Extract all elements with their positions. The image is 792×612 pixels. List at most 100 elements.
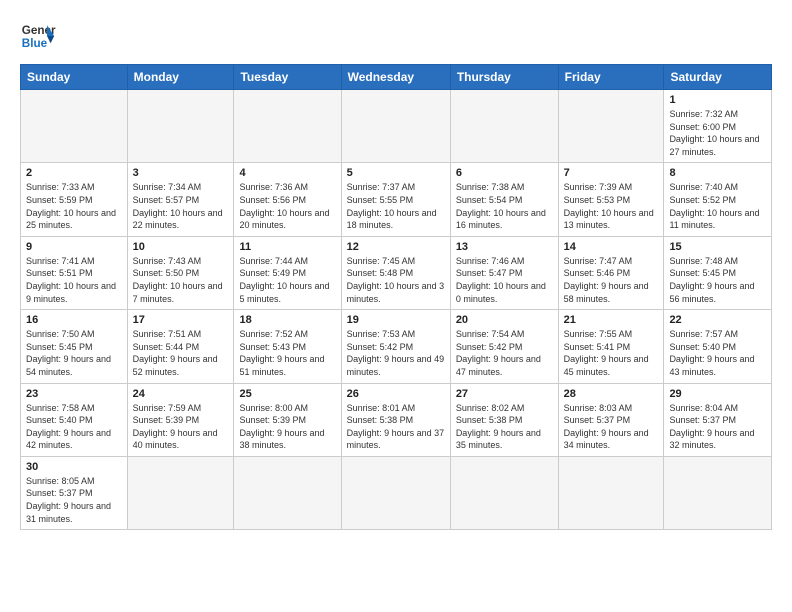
day-info: Sunrise: 7:41 AM Sunset: 5:51 PM Dayligh… xyxy=(26,255,122,305)
day-number: 12 xyxy=(347,241,445,253)
weekday-header-monday: Monday xyxy=(127,65,234,90)
day-number: 13 xyxy=(456,241,553,253)
day-number: 30 xyxy=(26,461,122,473)
day-number: 7 xyxy=(564,167,659,179)
calendar-week-row: 1 Sunrise: 7:32 AM Sunset: 6:00 PM Daylig… xyxy=(21,90,772,163)
calendar-cell: 11 Sunrise: 7:44 AM Sunset: 5:49 PM Dayli… xyxy=(234,236,341,309)
calendar-cell: 4 Sunrise: 7:36 AM Sunset: 5:56 PM Daylig… xyxy=(234,163,341,236)
calendar-cell: 30 Sunrise: 8:05 AM Sunset: 5:37 PM Dayli… xyxy=(21,456,128,529)
weekday-header-sunday: Sunday xyxy=(21,65,128,90)
calendar-cell: 1 Sunrise: 7:32 AM Sunset: 6:00 PM Daylig… xyxy=(664,90,772,163)
calendar-cell: 22 Sunrise: 7:57 AM Sunset: 5:40 PM Dayli… xyxy=(664,310,772,383)
day-number: 3 xyxy=(133,167,229,179)
calendar-cell xyxy=(21,90,128,163)
day-info: Sunrise: 8:00 AM Sunset: 5:39 PM Dayligh… xyxy=(239,402,335,452)
weekday-header-tuesday: Tuesday xyxy=(234,65,341,90)
calendar-cell: 12Sunrise: 7:45 AM Sunset: 5:48 PM Dayli… xyxy=(341,236,450,309)
day-info: Sunrise: 7:52 AM Sunset: 5:43 PM Dayligh… xyxy=(239,328,335,378)
calendar-cell: 29 Sunrise: 8:04 AM Sunset: 5:37 PM Dayli… xyxy=(664,383,772,456)
calendar-cell: 3Sunrise: 7:34 AM Sunset: 5:57 PM Daylig… xyxy=(127,163,234,236)
day-number: 21 xyxy=(564,314,659,326)
calendar-cell: 27 Sunrise: 8:02 AM Sunset: 5:38 PM Dayli… xyxy=(450,383,558,456)
calendar-cell: 16 Sunrise: 7:50 AM Sunset: 5:45 PM Dayli… xyxy=(21,310,128,383)
day-info: Sunrise: 7:57 AM Sunset: 5:40 PM Dayligh… xyxy=(669,328,766,378)
day-info: Sunrise: 7:33 AM Sunset: 5:59 PM Dayligh… xyxy=(26,181,122,231)
day-info: Sunrise: 7:54 AM Sunset: 5:42 PM Dayligh… xyxy=(456,328,553,378)
day-info: Sunrise: 7:37 AM Sunset: 5:55 PM Dayligh… xyxy=(347,181,445,231)
day-number: 28 xyxy=(564,388,659,400)
day-info: Sunrise: 7:43 AM Sunset: 5:50 PM Dayligh… xyxy=(133,255,229,305)
day-info: Sunrise: 7:46 AM Sunset: 5:47 PM Dayligh… xyxy=(456,255,553,305)
day-info: Sunrise: 7:48 AM Sunset: 5:45 PM Dayligh… xyxy=(669,255,766,305)
calendar-cell: 21 Sunrise: 7:55 AM Sunset: 5:41 PM Dayli… xyxy=(558,310,664,383)
calendar-cell: 8 Sunrise: 7:40 AM Sunset: 5:52 PM Daylig… xyxy=(664,163,772,236)
day-number: 4 xyxy=(239,167,335,179)
day-number: 23 xyxy=(26,388,122,400)
calendar-cell xyxy=(558,456,664,529)
calendar-cell: 10 Sunrise: 7:43 AM Sunset: 5:50 PM Dayli… xyxy=(127,236,234,309)
calendar-cell xyxy=(450,90,558,163)
weekday-header-thursday: Thursday xyxy=(450,65,558,90)
calendar-cell xyxy=(341,90,450,163)
calendar-week-row: 30 Sunrise: 8:05 AM Sunset: 5:37 PM Dayli… xyxy=(21,456,772,529)
day-info: Sunrise: 8:02 AM Sunset: 5:38 PM Dayligh… xyxy=(456,402,553,452)
day-number: 14 xyxy=(564,241,659,253)
calendar-cell: 20 Sunrise: 7:54 AM Sunset: 5:42 PM Dayli… xyxy=(450,310,558,383)
day-number: 18 xyxy=(239,314,335,326)
calendar-cell: 19Sunrise: 7:53 AM Sunset: 5:42 PM Dayli… xyxy=(341,310,450,383)
day-info: Sunrise: 7:47 AM Sunset: 5:46 PM Dayligh… xyxy=(564,255,659,305)
day-number: 22 xyxy=(669,314,766,326)
calendar-cell xyxy=(664,456,772,529)
day-info: Sunrise: 8:04 AM Sunset: 5:37 PM Dayligh… xyxy=(669,402,766,452)
day-number: 16 xyxy=(26,314,122,326)
day-info: Sunrise: 7:36 AM Sunset: 5:56 PM Dayligh… xyxy=(239,181,335,231)
calendar-cell xyxy=(558,90,664,163)
day-info: Sunrise: 7:40 AM Sunset: 5:52 PM Dayligh… xyxy=(669,181,766,231)
day-info: Sunrise: 8:03 AM Sunset: 5:37 PM Dayligh… xyxy=(564,402,659,452)
day-info: Sunrise: 7:55 AM Sunset: 5:41 PM Dayligh… xyxy=(564,328,659,378)
day-info: Sunrise: 7:51 AM Sunset: 5:44 PM Dayligh… xyxy=(133,328,229,378)
day-number: 27 xyxy=(456,388,553,400)
day-info: Sunrise: 7:58 AM Sunset: 5:40 PM Dayligh… xyxy=(26,402,122,452)
day-number: 2 xyxy=(26,167,122,179)
day-number: 15 xyxy=(669,241,766,253)
calendar-cell: 6 Sunrise: 7:38 AM Sunset: 5:54 PM Daylig… xyxy=(450,163,558,236)
day-info: Sunrise: 7:39 AM Sunset: 5:53 PM Dayligh… xyxy=(564,181,659,231)
calendar-cell: 17 Sunrise: 7:51 AM Sunset: 5:44 PM Dayli… xyxy=(127,310,234,383)
calendar-cell xyxy=(234,90,341,163)
day-info: Sunrise: 7:38 AM Sunset: 5:54 PM Dayligh… xyxy=(456,181,553,231)
day-number: 5 xyxy=(347,167,445,179)
calendar-cell: 28 Sunrise: 8:03 AM Sunset: 5:37 PM Dayli… xyxy=(558,383,664,456)
svg-text:Blue: Blue xyxy=(22,37,48,50)
calendar-cell: 2 Sunrise: 7:33 AM Sunset: 5:59 PM Daylig… xyxy=(21,163,128,236)
calendar-cell: 15 Sunrise: 7:48 AM Sunset: 5:45 PM Dayli… xyxy=(664,236,772,309)
calendar-cell xyxy=(450,456,558,529)
day-number: 29 xyxy=(669,388,766,400)
weekday-header-saturday: Saturday xyxy=(664,65,772,90)
calendar-cell: 13 Sunrise: 7:46 AM Sunset: 5:47 PM Dayli… xyxy=(450,236,558,309)
calendar-cell: 14 Sunrise: 7:47 AM Sunset: 5:46 PM Dayli… xyxy=(558,236,664,309)
day-info: Sunrise: 7:44 AM Sunset: 5:49 PM Dayligh… xyxy=(239,255,335,305)
weekday-header-friday: Friday xyxy=(558,65,664,90)
calendar-cell: 23 Sunrise: 7:58 AM Sunset: 5:40 PM Dayli… xyxy=(21,383,128,456)
day-number: 11 xyxy=(239,241,335,253)
day-number: 20 xyxy=(456,314,553,326)
logo-icon: General Blue xyxy=(20,18,56,54)
calendar-cell: 24Sunrise: 7:59 AM Sunset: 5:39 PM Dayli… xyxy=(127,383,234,456)
day-number: 6 xyxy=(456,167,553,179)
calendar-cell xyxy=(127,90,234,163)
weekday-header-row: SundayMondayTuesdayWednesdayThursdayFrid… xyxy=(21,65,772,90)
logo: General Blue xyxy=(20,18,56,54)
calendar-week-row: 16 Sunrise: 7:50 AM Sunset: 5:45 PM Dayli… xyxy=(21,310,772,383)
day-number: 17 xyxy=(133,314,229,326)
calendar: SundayMondayTuesdayWednesdayThursdayFrid… xyxy=(20,64,772,530)
day-info: Sunrise: 7:50 AM Sunset: 5:45 PM Dayligh… xyxy=(26,328,122,378)
header: General Blue xyxy=(20,18,772,54)
day-number: 9 xyxy=(26,241,122,253)
day-info: Sunrise: 7:32 AM Sunset: 6:00 PM Dayligh… xyxy=(669,108,766,158)
day-number: 1 xyxy=(669,94,766,106)
day-number: 8 xyxy=(669,167,766,179)
day-number: 24 xyxy=(133,388,229,400)
day-info: Sunrise: 8:05 AM Sunset: 5:37 PM Dayligh… xyxy=(26,475,122,525)
day-number: 10 xyxy=(133,241,229,253)
